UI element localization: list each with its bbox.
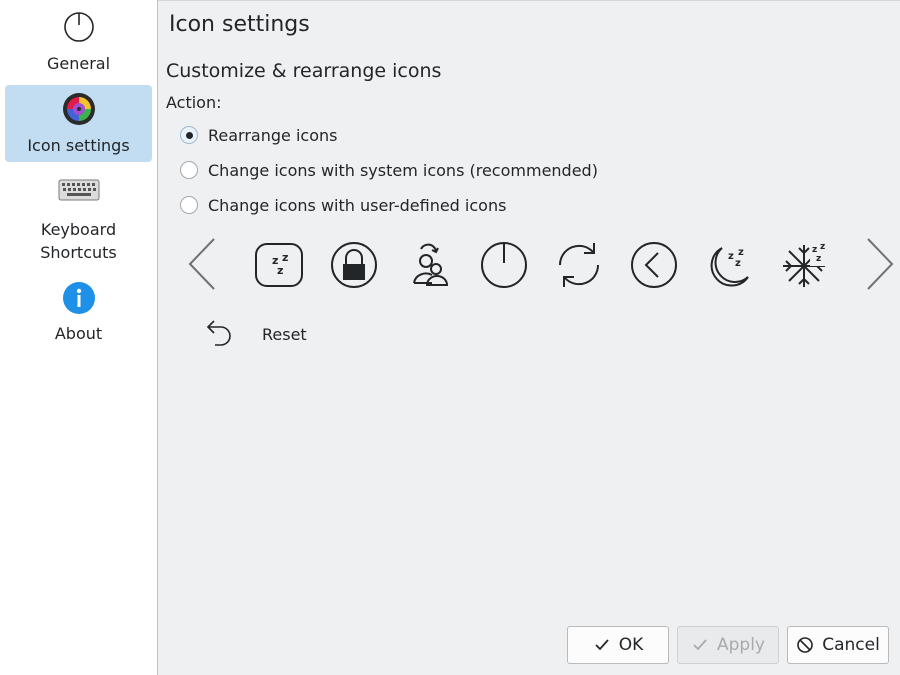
svg-text:z: z [816, 254, 821, 264]
chevron-left-icon[interactable] [186, 235, 220, 293]
apply-button[interactable]: Apply [677, 626, 779, 664]
sleep-icon[interactable]: z z z [252, 239, 306, 293]
apply-label: Apply [717, 635, 765, 655]
cancel-button[interactable]: Cancel [787, 626, 889, 664]
radio-rearrange-icons[interactable]: Rearrange icons [180, 123, 337, 147]
sidebar-item-about[interactable]: About [5, 276, 152, 348]
radio-button[interactable] [180, 196, 198, 214]
radio-button[interactable] [180, 161, 198, 179]
svg-text:z: z [728, 251, 734, 262]
hibernate-icon[interactable]: z z z [777, 239, 831, 293]
sidebar-item-icon-settings[interactable]: Icon settings [5, 85, 152, 162]
check-icon [595, 639, 609, 651]
svg-text:z: z [282, 251, 288, 264]
radio-label: Change icons with system icons (recommen… [208, 160, 598, 180]
ok-label: OK [618, 635, 644, 655]
svg-text:z: z [738, 247, 744, 258]
action-label: Action: [166, 93, 222, 112]
power-icon [64, 12, 94, 42]
chevron-right-icon[interactable] [862, 235, 896, 293]
sidebar-item-label: General [46, 54, 111, 73]
radio-label: Change icons with user-defined icons [208, 195, 507, 215]
main-panel: Icon settings Customize & rearrange icon… [158, 0, 900, 675]
radio-button[interactable] [180, 126, 198, 144]
undo-icon[interactable] [201, 317, 235, 351]
sidebar-item-keyboard-shortcuts[interactable]: Keyboard Shortcuts [5, 168, 152, 266]
power-icon[interactable] [477, 239, 531, 293]
radio-label: Rearrange icons [208, 125, 338, 145]
ok-button[interactable]: OK [567, 626, 669, 664]
info-icon [63, 282, 95, 314]
sidebar-item-label: Icon settings [27, 136, 130, 155]
svg-text:z: z [277, 264, 283, 277]
back-icon[interactable] [627, 239, 681, 293]
lock-icon[interactable] [327, 239, 381, 293]
sidebar-item-general[interactable]: General [5, 4, 152, 80]
page-title: Icon settings [169, 12, 310, 37]
sidebar-item-label: Keyboard Shortcuts [40, 220, 117, 262]
moon-sleep-icon[interactable]: z z z [702, 239, 756, 293]
switch-user-icon[interactable] [402, 239, 456, 293]
sidebar: General Icon settings Keyboard Shortcuts [0, 0, 158, 675]
check-icon [693, 639, 707, 651]
svg-text:z: z [735, 258, 741, 269]
radio-system-icons[interactable]: Change icons with system icons (recommen… [180, 158, 598, 182]
sidebar-item-label: About [54, 324, 103, 343]
cancel-label: Cancel [822, 635, 880, 655]
reboot-icon[interactable] [552, 239, 606, 293]
section-title: Customize & rearrange icons [166, 60, 442, 82]
keyboard-icon [58, 179, 100, 201]
color-wheel-icon [63, 93, 95, 125]
reset-button[interactable]: Reset [262, 325, 307, 344]
radio-user-defined-icons[interactable]: Change icons with user-defined icons [180, 193, 506, 217]
svg-text:z: z [820, 242, 825, 252]
cancel-icon [797, 637, 814, 653]
